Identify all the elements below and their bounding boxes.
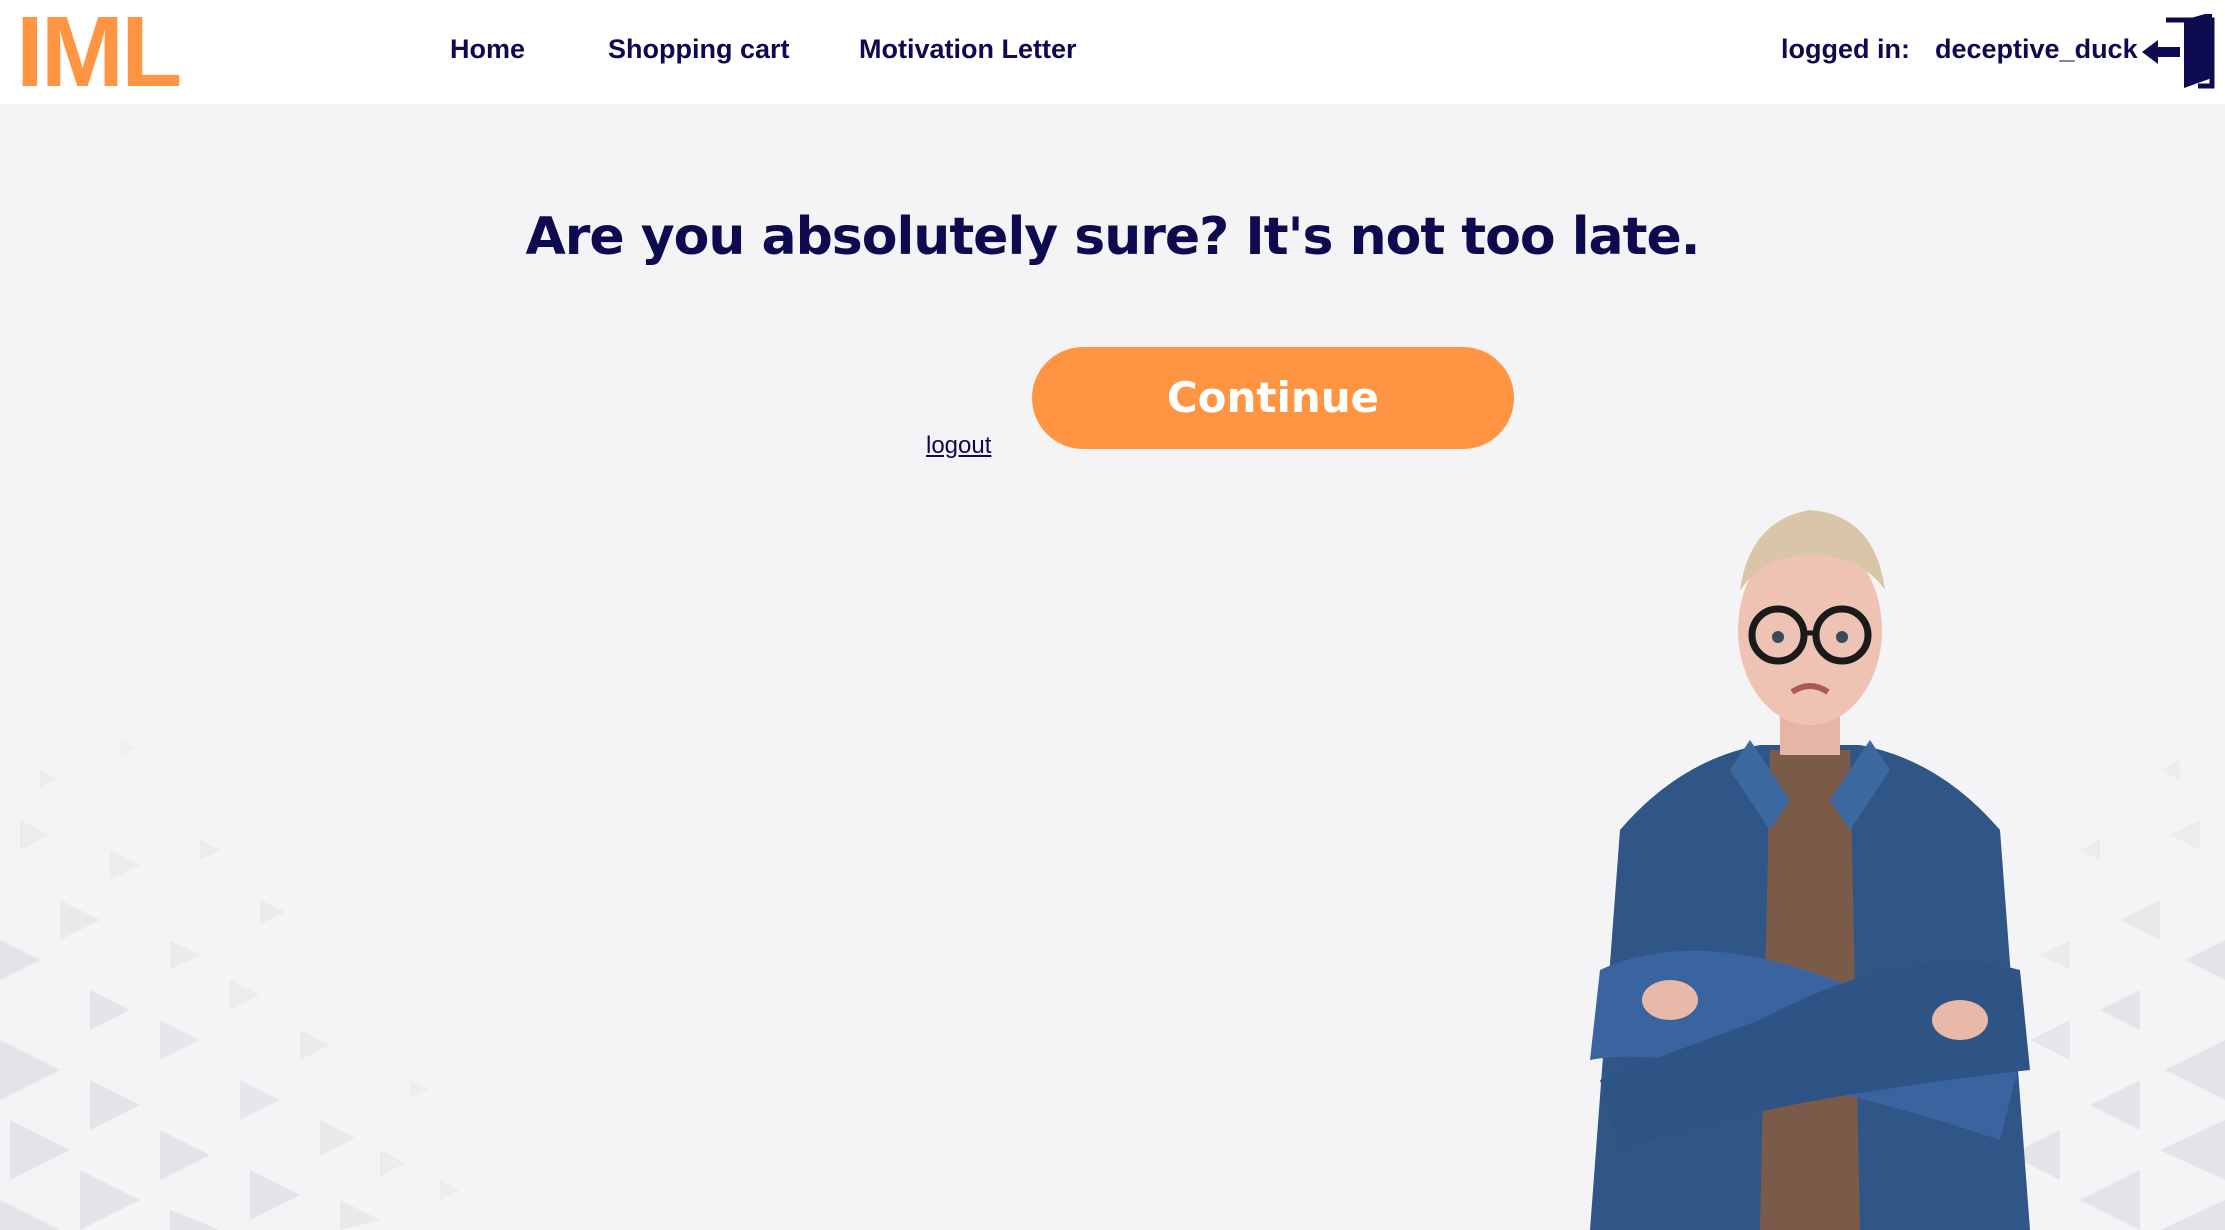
- username: deceptive_duck: [1935, 34, 2138, 64]
- nav-shopping-cart[interactable]: Shopping cart: [608, 34, 790, 65]
- exit-door-icon[interactable]: [2140, 14, 2216, 90]
- logged-in-label: logged in:: [1781, 34, 1910, 64]
- nav-motivation-letter[interactable]: Motivation Letter: [859, 34, 1077, 65]
- nav-home[interactable]: Home: [450, 34, 525, 65]
- logout-link[interactable]: logout: [926, 432, 991, 460]
- top-header: IML Home Shopping cart Motivation Letter…: [0, 0, 2225, 104]
- site-logo[interactable]: IML: [16, 0, 182, 104]
- continue-button[interactable]: Continue: [1032, 347, 1514, 449]
- person-photo: [1590, 510, 2030, 1230]
- page-headline: Are you absolutely sure? It's not too la…: [525, 206, 1700, 267]
